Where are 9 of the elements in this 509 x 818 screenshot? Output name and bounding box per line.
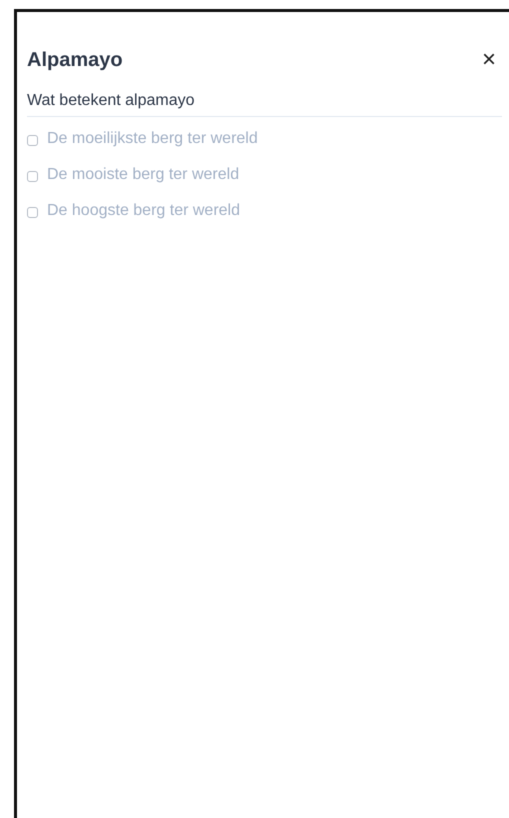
checkbox[interactable]: [27, 134, 38, 146]
panel-title: Alpamayo: [27, 48, 123, 72]
question-text: Wat betekent alpamayo: [27, 80, 502, 117]
checkbox[interactable]: [27, 206, 38, 218]
option-label[interactable]: De mooiste berg ter wereld: [47, 166, 240, 184]
close-button[interactable]: ×: [476, 48, 502, 72]
option-label[interactable]: De hoogste berg ter wereld: [47, 202, 240, 220]
checkbox[interactable]: [27, 170, 38, 182]
option-label[interactable]: De moeilijkste berg ter wereld: [47, 130, 258, 148]
